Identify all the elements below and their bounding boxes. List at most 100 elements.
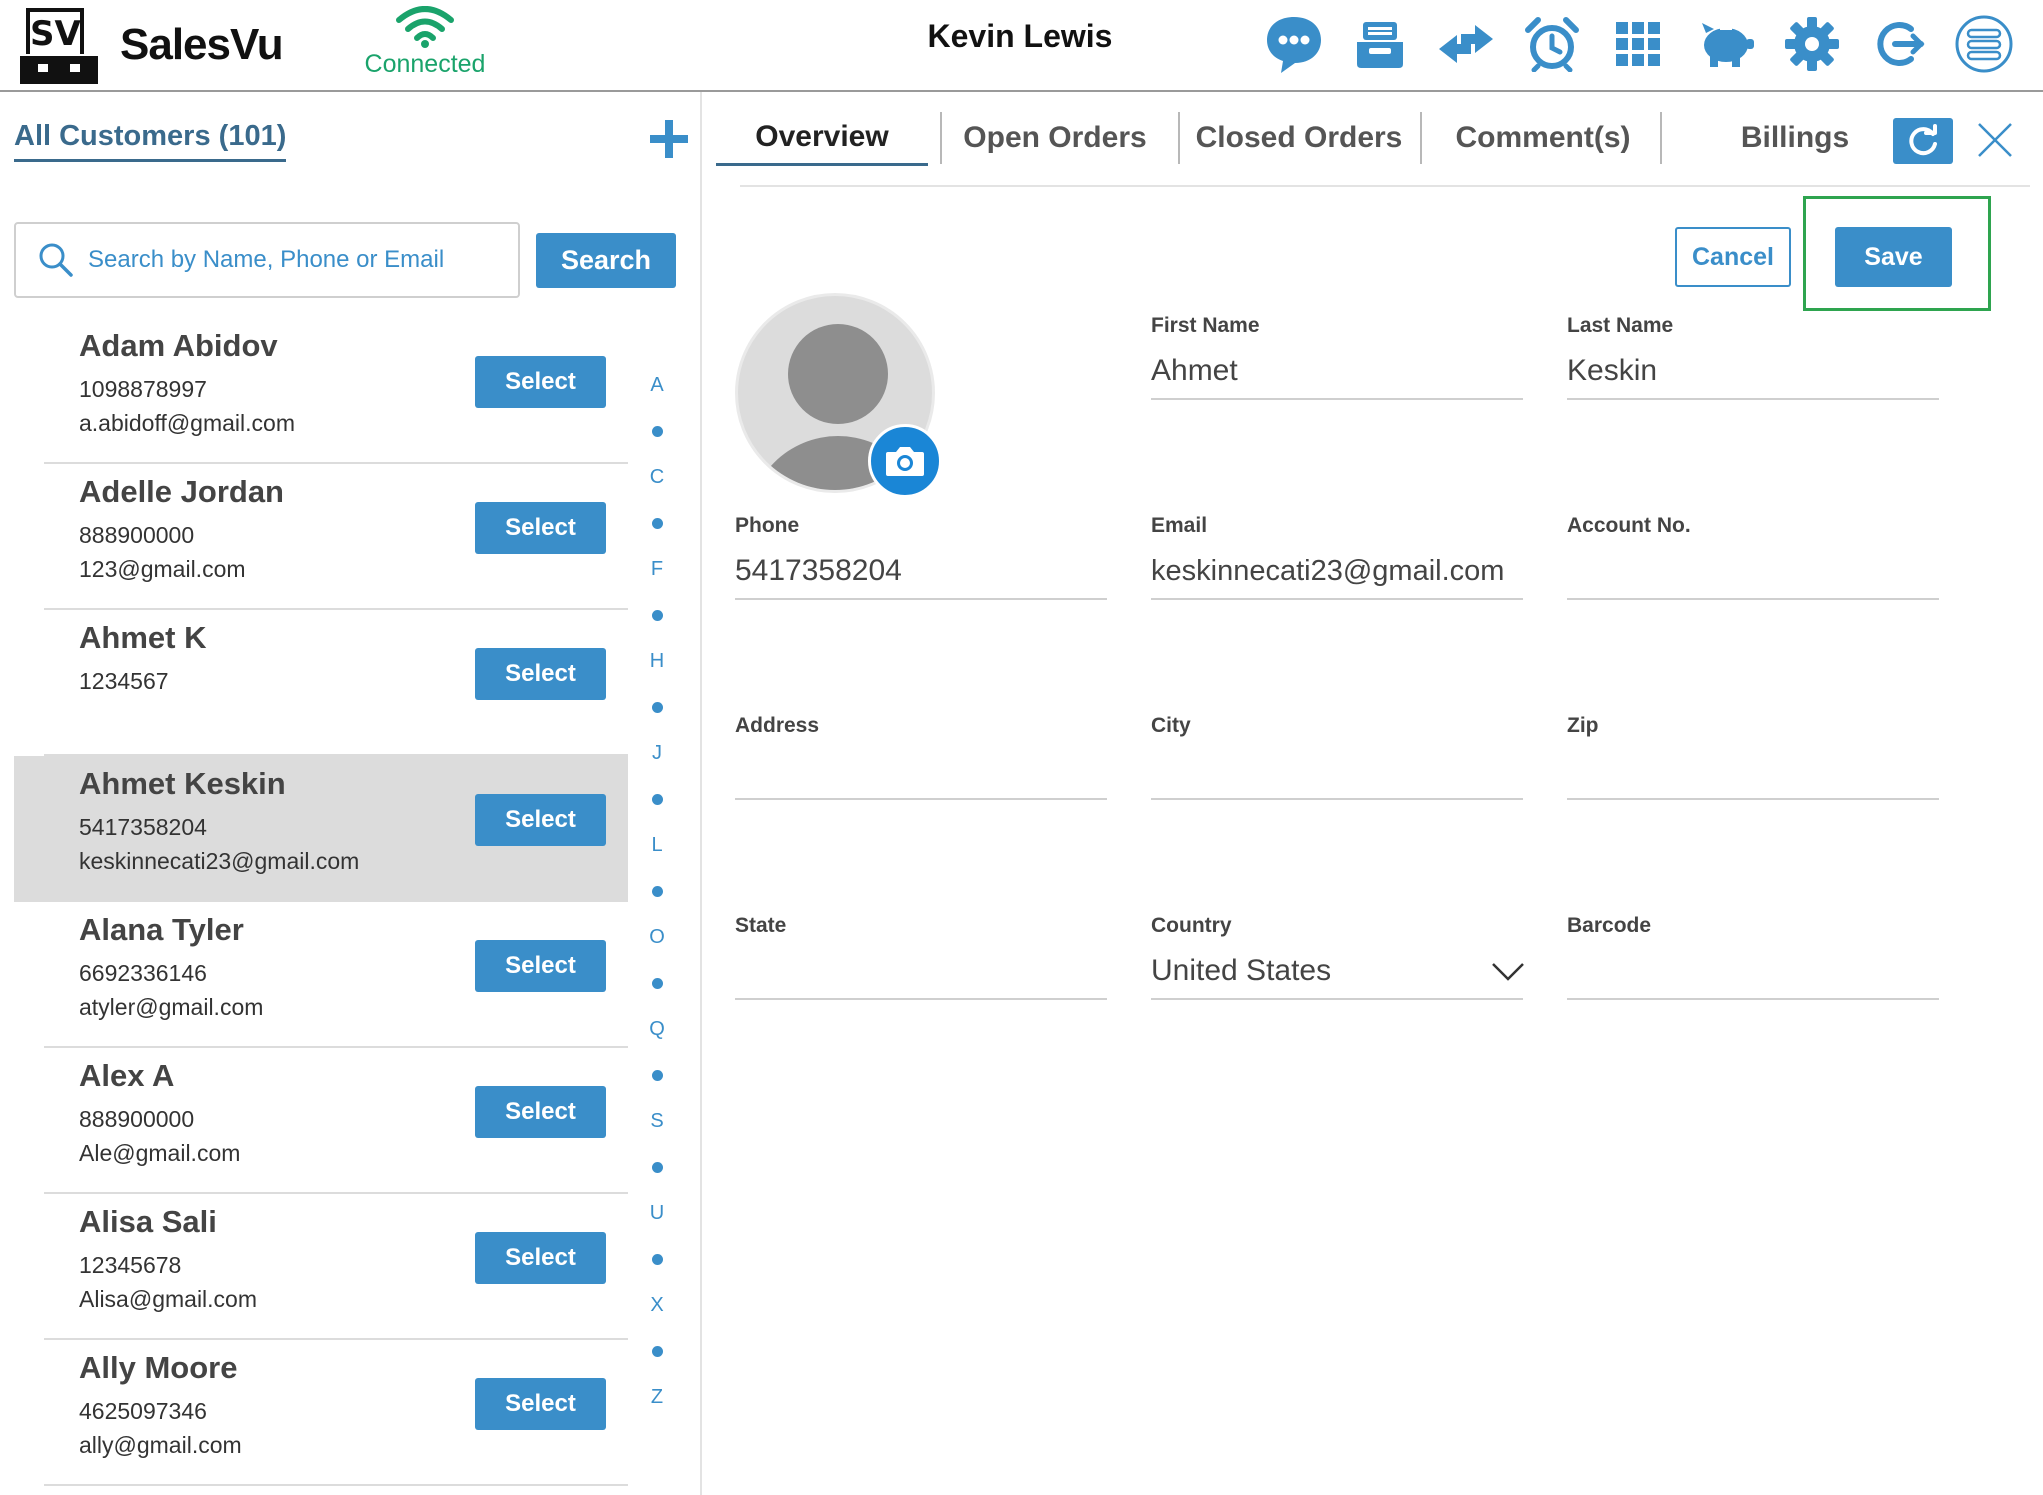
tab-billings[interactable]: Billings [1716,110,1874,166]
wifi-icon [396,6,454,48]
logout-icon[interactable] [1866,12,1930,76]
select-customer-button[interactable]: Select [475,648,606,700]
customer-row[interactable]: Alisa Sali 12345678 Alisa@gmail.com Select [44,1194,628,1340]
account-no-input[interactable] [1567,550,1939,600]
all-customers-title[interactable]: All Customers (101) [14,120,287,162]
alphabet-letter[interactable]: H [640,638,674,684]
customer-phone: 1098878997 [79,376,207,402]
search-button[interactable]: Search [536,233,676,288]
alphabet-letter[interactable]: F [640,546,674,592]
alphabet-dot[interactable] [640,1328,674,1374]
zip-field: Zip [1567,714,1939,814]
change-photo-button[interactable] [868,424,942,498]
gear-icon[interactable] [1780,12,1844,76]
phone-input[interactable] [735,550,1107,600]
email-input[interactable] [1151,550,1523,600]
first-name-input[interactable] [1151,350,1523,400]
customer-row[interactable]: Adam Abidov 1098878997 a.abidoff@gmail.com… [44,318,628,464]
select-customer-button[interactable]: Select [475,1086,606,1138]
register-icon[interactable] [1348,12,1412,76]
customer-name: Adam Abidov [79,328,278,363]
customer-phone: 6692336146 [79,960,207,986]
select-customer-button[interactable]: Select [475,1232,606,1284]
search-icon [39,243,73,277]
tab-open-orders[interactable]: Open Orders [950,110,1160,166]
search-input[interactable] [88,246,508,274]
user-name: Kevin Lewis [927,18,1113,54]
customer-email: keskinnecati23@gmail.com [79,848,360,874]
customer-email: a.abidoff@gmail.com [79,410,295,436]
alphabet-letter[interactable]: X [640,1282,674,1328]
alphabet-letter[interactable]: Q [640,1006,674,1052]
alphabet-dot[interactable] [640,592,674,638]
piggy-bank-icon[interactable] [1694,12,1758,76]
alphabet-letter[interactable]: L [640,822,674,868]
alphabet-letter[interactable]: A [640,362,674,408]
account-no-field: Account No. [1567,514,1939,614]
alarm-icon[interactable] [1520,12,1584,76]
dot-icon [651,425,663,437]
close-icon[interactable] [1975,120,2015,160]
select-customer-button[interactable]: Select [475,940,606,992]
menu-icon[interactable] [1952,12,2016,76]
select-customer-button[interactable]: Select [475,1378,606,1430]
top-bar: SV SalesVu Connected Kevin Lewis [0,0,2043,92]
alphabet-dot[interactable] [640,960,674,1006]
select-customer-button[interactable]: Select [475,356,606,408]
alphabet-dot[interactable] [640,1144,674,1190]
chat-icon[interactable] [1262,12,1326,76]
alphabet-index[interactable]: ACFHJLOQSUXZ [640,362,674,1420]
chevron-down-icon[interactable] [1491,962,1525,982]
tab-comments[interactable]: Comment(s) [1432,110,1654,166]
address-field: Address [735,714,1107,814]
last-name-input[interactable] [1567,350,1939,400]
select-customer-button[interactable]: Select [475,502,606,554]
customer-email: ally@gmail.com [79,1432,242,1458]
customer-row[interactable]: Alex A 888900000 Ale@gmail.com Select [44,1048,628,1194]
alphabet-dot[interactable] [640,1236,674,1282]
transfer-icon[interactable] [1434,12,1498,76]
customer-row[interactable]: Alana Tyler 6692336146 atyler@gmail.com Sel… [44,902,628,1048]
alphabet-dot[interactable] [640,1052,674,1098]
alphabet-letter[interactable]: S [640,1098,674,1144]
alphabet-dot[interactable] [640,408,674,454]
barcode-input[interactable] [1567,950,1939,1000]
tab-overview[interactable]: Overview [716,110,928,166]
alphabet-dot[interactable] [640,776,674,822]
grid-icon[interactable] [1606,12,1670,76]
state-input[interactable] [735,950,1107,1000]
zip-input[interactable] [1567,750,1939,800]
tab-divider [1660,112,1662,164]
customer-row[interactable]: Ahmet Keskin 5417358204 keskinnecati23@gma… [14,756,628,902]
alphabet-letter[interactable]: U [640,1190,674,1236]
customer-row[interactable]: Adelle Jordan 888900000 123@gmail.com Selec… [44,464,628,610]
alphabet-letter[interactable]: Z [640,1374,674,1420]
customer-email: Alisa@gmail.com [79,1286,258,1312]
state-field: State [735,914,1107,1014]
alphabet-dot[interactable] [640,868,674,914]
alphabet-dot[interactable] [640,684,674,730]
dot-icon [651,1253,663,1265]
country-select[interactable] [1151,950,1523,1000]
state-label: State [735,914,787,937]
city-input[interactable] [1151,750,1523,800]
refresh-icon [1909,124,1937,156]
customer-phone: 1234567 [79,668,169,694]
customer-row[interactable]: Ally Moore 4625097346 ally@gmail.com Select [44,1340,628,1486]
alphabet-letter[interactable]: J [640,730,674,776]
tab-closed-orders[interactable]: Closed Orders [1188,110,1410,166]
alphabet-letter[interactable]: C [640,454,674,500]
first-name-field: First Name [1151,314,1523,414]
address-input[interactable] [735,750,1107,800]
cancel-button[interactable]: Cancel [1675,227,1791,287]
customer-phone: 4625097346 [79,1398,207,1424]
select-customer-button[interactable]: Select [475,794,606,846]
zip-label: Zip [1567,714,1599,737]
customer-row[interactable]: Ahmet K 1234567 Select [44,610,628,756]
add-customer-button[interactable] [648,118,690,160]
refresh-button[interactable] [1893,118,1953,164]
alphabet-letter[interactable]: O [640,914,674,960]
plus-icon [650,120,688,158]
alphabet-dot[interactable] [640,500,674,546]
save-button[interactable]: Save [1835,227,1952,287]
